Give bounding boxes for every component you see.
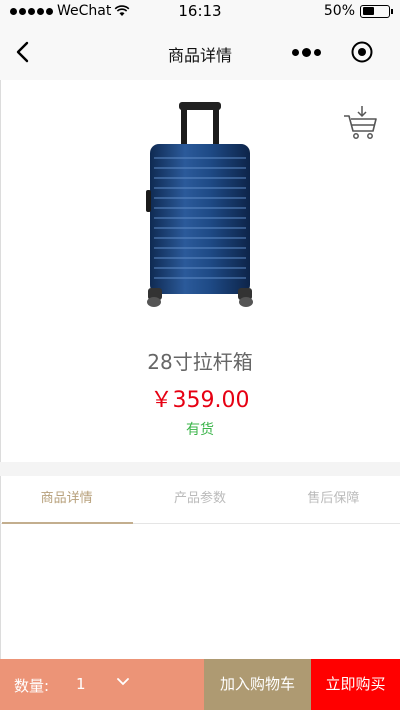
product-price: ￥359.00 [150,388,250,413]
tab-after-sales[interactable]: 售后保障 [267,476,400,523]
tab-product-details[interactable]: 商品详情 [0,476,134,524]
more-icon[interactable] [292,42,324,62]
battery-level [362,7,374,15]
product-name: 28寸拉杆箱 [147,350,253,374]
buy-now-button[interactable]: 立即购买 [311,659,400,710]
add-to-cart-button[interactable]: 加入购物车 [204,659,311,710]
battery-percent: 50% [323,3,355,19]
status-bar: WeChat 16:13 50% [0,0,400,24]
suitcase-image [146,102,253,307]
cart-icon[interactable] [342,104,378,140]
page-title: 商品详情 [167,46,232,65]
quantity-selector[interactable]: 数量: 1 [0,659,204,710]
quantity-label: 数量: [14,677,50,695]
detail-tabs: 商品详情 产品参数 售后保障 [0,476,400,524]
stock-status: 有货 [186,422,214,438]
bottom-action-bar: 数量: 1 加入购物车 立即购买 [0,659,400,710]
section-divider [0,462,400,476]
tab-product-params[interactable]: 产品参数 [133,476,266,523]
battery-icon [360,4,393,18]
nav-bar: 商品详情 [0,24,400,80]
close-circle-icon[interactable] [350,40,374,64]
chevron-down-icon[interactable] [116,677,130,687]
quantity-value[interactable]: 1 [76,675,86,693]
status-right: 50% [323,3,393,19]
